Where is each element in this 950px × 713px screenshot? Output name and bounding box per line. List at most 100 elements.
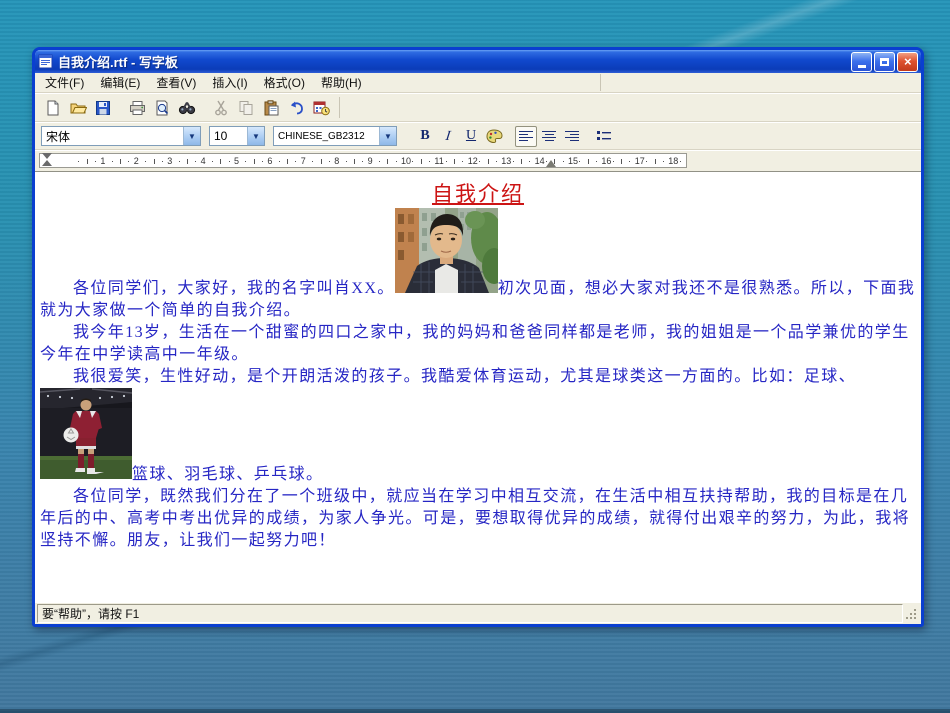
hobbies-text-before-photo: 我很爱笑，生性好动，是个开朗活泼的孩子。我酷爱体育运动，尤其是球类这一方面的。比…	[73, 368, 857, 385]
first-line-indent-marker[interactable]	[42, 153, 52, 159]
maximize-button[interactable]	[874, 51, 895, 72]
menu-band-separator	[599, 74, 601, 91]
desktop-background: 自我介绍.rtf - 写字板 × 文件(F) 编辑(E) 查看(V) 插入(I)…	[0, 0, 950, 713]
status-bar: 要“帮助”，请按 F1	[35, 603, 921, 624]
paragraph-hobbies: 我很爱笑，生性好动，是个开朗活泼的孩子。我酷爱体育运动，尤其是球类这一方面的。比…	[40, 366, 916, 486]
intro-text-before-photo: 各位同学们，大家好，我的名字叫肖XX。	[73, 280, 395, 297]
menu-view[interactable]: 查看(V)	[148, 72, 204, 93]
ruler-number: 1	[100, 156, 106, 166]
chevron-down-icon[interactable]: ▼	[183, 127, 200, 145]
bold-button[interactable]: B	[414, 126, 436, 147]
align-center-icon	[542, 129, 556, 143]
document-area[interactable]: 自我介绍 各位同学们，大家好，我的名字叫肖XX。 初次见面，想必大家对我还不是很…	[35, 171, 921, 603]
align-left-button[interactable]	[515, 125, 537, 147]
underline-button[interactable]: U	[460, 126, 482, 147]
close-button[interactable]: ×	[897, 51, 918, 72]
paste-button[interactable]	[259, 96, 283, 119]
font-color-button[interactable]	[483, 126, 505, 147]
hanging-indent-marker[interactable]	[42, 160, 52, 166]
save-icon	[96, 100, 110, 115]
standard-toolbar	[35, 93, 921, 122]
date-time-icon	[313, 101, 330, 115]
new-document-icon	[47, 100, 59, 115]
ruler-number: 9	[367, 156, 373, 166]
print-button[interactable]	[125, 96, 149, 119]
align-right-icon	[565, 129, 579, 143]
menu-file[interactable]: 文件(F)	[37, 72, 92, 93]
ruler-number: 15	[568, 156, 579, 166]
minimize-button[interactable]	[851, 51, 872, 72]
close-icon: ×	[903, 54, 912, 69]
find-button[interactable]	[175, 96, 199, 119]
date-time-button[interactable]	[309, 96, 333, 119]
ruler-number: 10	[401, 156, 412, 166]
paste-icon	[264, 99, 279, 115]
ruler-number: 12	[467, 156, 478, 166]
resize-grip[interactable]	[903, 605, 919, 622]
menu-bar: 文件(F) 编辑(E) 查看(V) 插入(I) 格式(O) 帮助(H)	[35, 73, 921, 93]
cut-button[interactable]	[209, 96, 233, 119]
ruler-number: 6	[267, 156, 273, 166]
wordpad-app-icon	[38, 54, 53, 69]
menu-insert[interactable]: 插入(I)	[204, 72, 255, 93]
paragraph-goals: 各位同学，既然我们分在了一个班级中，就应当在学习中相互交流，在生活中相互扶持帮助…	[40, 488, 911, 549]
charset-value: CHINESE_GB2312	[278, 130, 365, 142]
print-preview-button[interactable]	[150, 96, 174, 119]
status-message: 要“帮助”，请按 F1	[37, 604, 903, 623]
toolbar-separator	[339, 97, 340, 118]
ruler-scale[interactable]: 1 2 3 4 5 6 7 8 9 10 11 12 13 14 15 16 17 18	[39, 153, 687, 168]
italic-button[interactable]: I	[436, 126, 461, 147]
print-preview-icon	[156, 100, 169, 115]
menu-help[interactable]: 帮助(H)	[313, 72, 370, 93]
chevron-down-icon[interactable]: ▼	[247, 127, 264, 145]
new-document-button[interactable]	[41, 96, 65, 119]
ruler-number: 3	[167, 156, 173, 166]
hobbies-text-after-photo: 篮球、羽毛球、乒乓球。	[132, 466, 324, 483]
ruler-number: 7	[300, 156, 306, 166]
maximize-icon	[880, 57, 889, 66]
paragraph-family: 我今年13岁，生活在一个甜蜜的四口之家中，我的妈妈和爸爸同样都是老师，我的姐姐是…	[40, 324, 910, 363]
find-icon	[178, 101, 196, 114]
ruler-number: 18	[668, 156, 679, 166]
undo-icon	[290, 101, 303, 114]
title-bar[interactable]: 自我介绍.rtf - 写字板 ×	[35, 50, 921, 73]
save-button[interactable]	[91, 96, 115, 119]
ruler-number: 4	[200, 156, 206, 166]
bullets-button[interactable]	[593, 126, 615, 147]
copy-button[interactable]	[234, 96, 258, 119]
font-size-select[interactable]: 10 ▼	[209, 126, 265, 146]
font-color-icon	[485, 128, 503, 143]
ruler-number: 14	[534, 156, 545, 166]
ruler-number: 11	[434, 156, 444, 166]
bullets-icon	[597, 131, 611, 140]
font-family-value: 宋体	[46, 129, 71, 144]
align-center-button[interactable]	[538, 126, 560, 147]
ruler-number: 2	[133, 156, 139, 166]
copy-icon	[239, 100, 253, 115]
ruler-number: 16	[601, 156, 612, 166]
charset-select[interactable]: CHINESE_GB2312 ▼	[273, 126, 397, 146]
ruler-number: 13	[501, 156, 512, 166]
open-icon	[70, 103, 87, 113]
background-bottom-edge	[0, 709, 950, 713]
menu-format[interactable]: 格式(O)	[256, 72, 313, 93]
align-left-icon	[519, 129, 533, 143]
document-content: 自我介绍 各位同学们，大家好，我的名字叫肖XX。 初次见面，想必大家对我还不是很…	[35, 172, 921, 552]
resize-grip-icon	[906, 609, 916, 619]
ruler-row: 1 2 3 4 5 6 7 8 9 10 11 12 13 14 15 16 17 18	[35, 150, 921, 171]
font-family-select[interactable]: 宋体 ▼	[41, 126, 201, 146]
menu-edit[interactable]: 编辑(E)	[92, 72, 148, 93]
window-title: 自我介绍.rtf - 写字板	[58, 55, 178, 70]
undo-button[interactable]	[284, 96, 308, 119]
wordpad-window: 自我介绍.rtf - 写字板 × 文件(F) 编辑(E) 查看(V) 插入(I)…	[32, 47, 924, 627]
paragraph-intro: 各位同学们，大家好，我的名字叫肖XX。 初次见面，想必大家对我还不是很熟悉。所以…	[40, 208, 916, 322]
boy-portrait-photo[interactable]	[394, 208, 498, 293]
ruler-number: 5	[234, 156, 240, 166]
font-size-value: 10	[214, 129, 228, 143]
align-right-button[interactable]	[561, 126, 583, 147]
chevron-down-icon[interactable]: ▼	[379, 127, 396, 145]
ruler-number: 8	[334, 156, 340, 166]
cut-icon	[215, 100, 227, 115]
soccer-player-photo[interactable]	[40, 388, 132, 479]
open-button[interactable]	[66, 96, 90, 119]
